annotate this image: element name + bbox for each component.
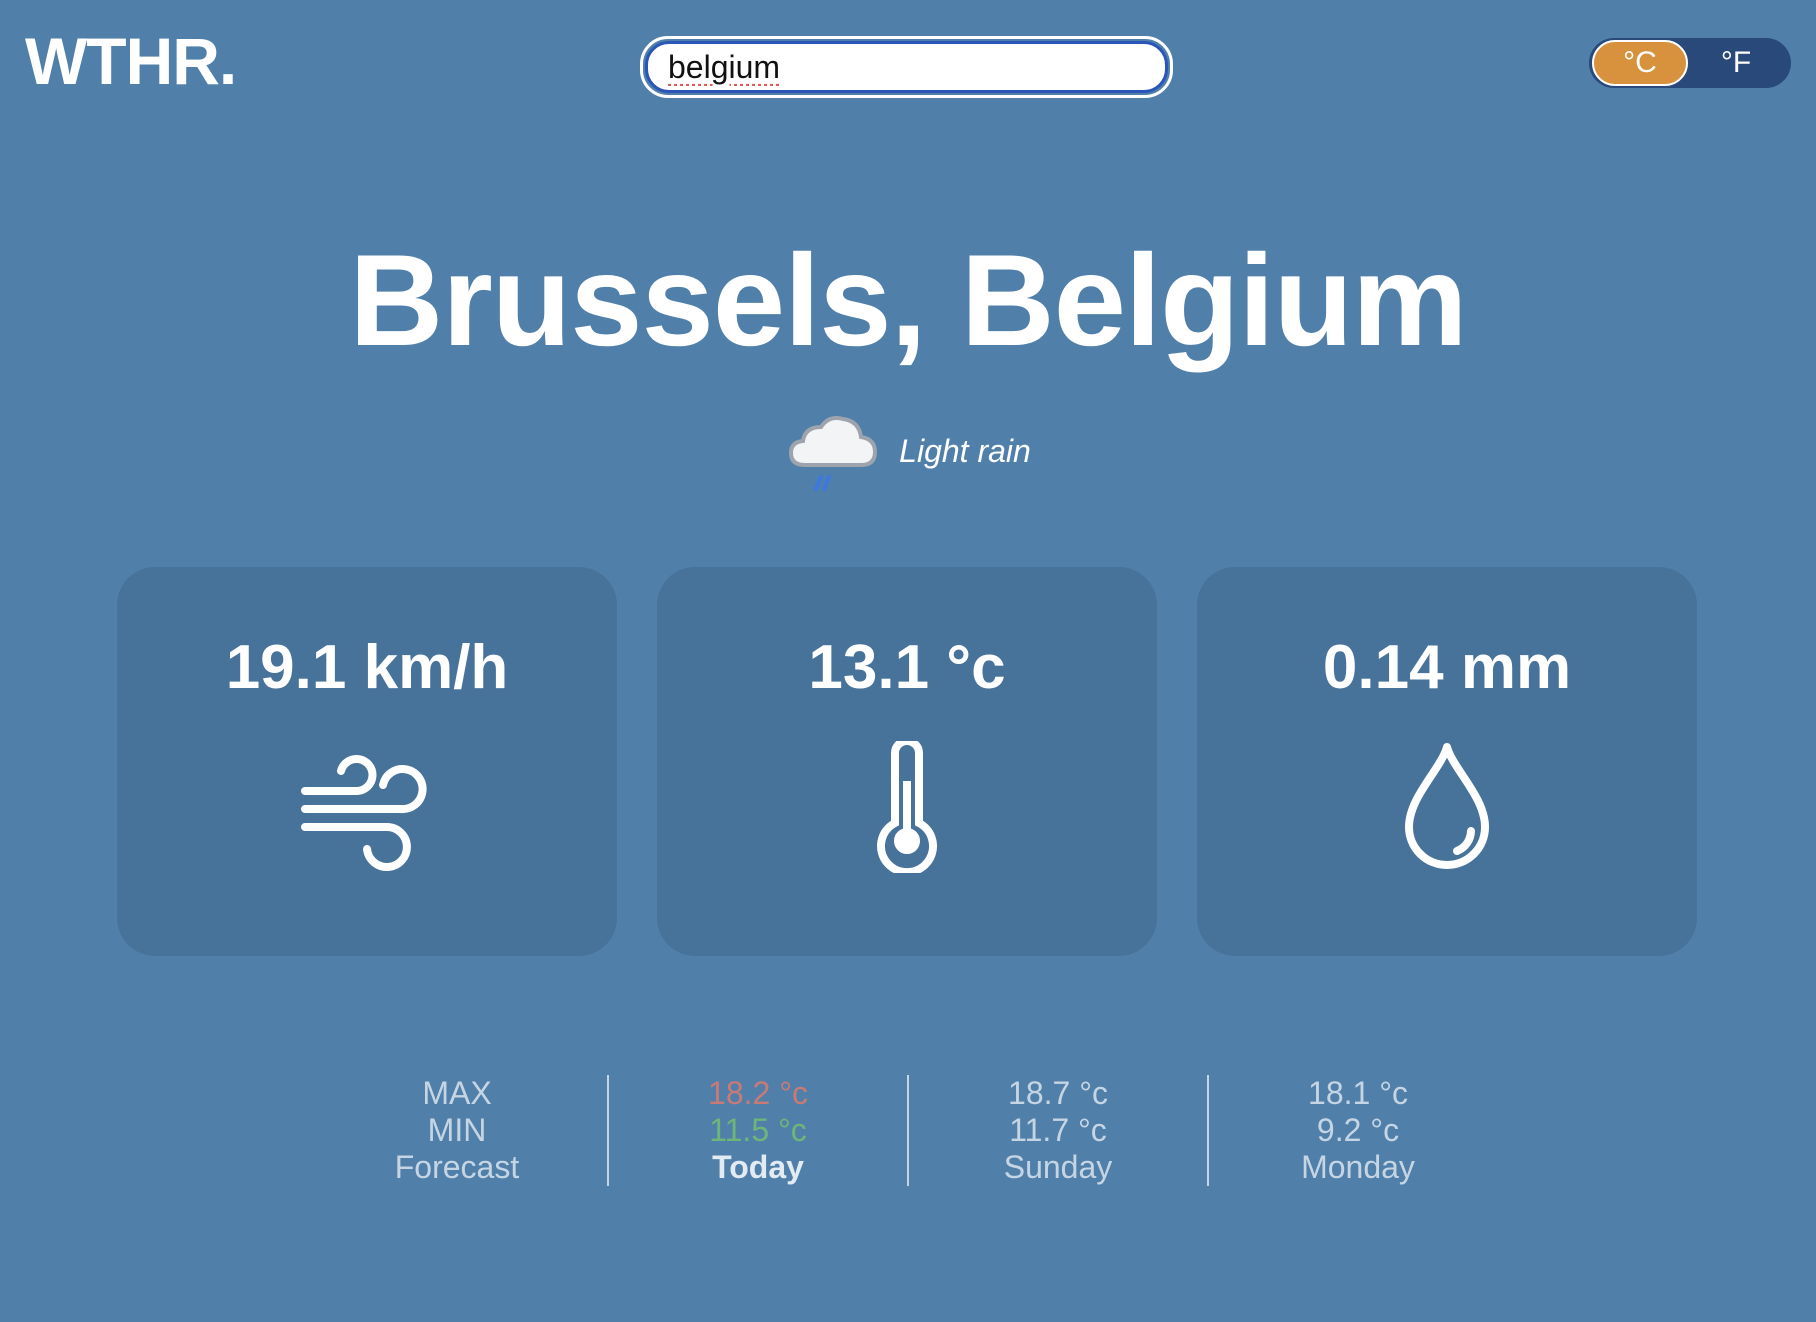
forecast-min: 11.5 °c — [709, 1112, 807, 1148]
forecast-table: MAX MIN Forecast 18.2 °c 11.5 °c Today 1… — [307, 1075, 1507, 1186]
forecast-day: 18.1 °c 9.2 °c Monday — [1207, 1075, 1507, 1186]
weather-app: WTHR. °C °F Brussels, Belgium Light rain… — [0, 0, 1816, 1322]
forecast-day-name: Today — [712, 1149, 804, 1185]
wind-card: 19.1 km/h — [117, 567, 617, 956]
fahrenheit-button[interactable]: °F — [1688, 40, 1784, 86]
forecast-max: 18.2 °c — [708, 1075, 808, 1111]
precipitation-card: 0.14 mm — [1197, 567, 1697, 956]
logo: WTHR. — [25, 24, 237, 98]
thermometer-icon — [877, 741, 937, 873]
forecast-day: 18.2 °c 11.5 °c Today — [607, 1075, 907, 1186]
weather-condition: Light rain — [0, 405, 1816, 505]
forecast-min: 9.2 °c — [1316, 1112, 1400, 1148]
forecast-day-name: Monday — [1301, 1149, 1415, 1185]
location-title: Brussels, Belgium — [349, 227, 1467, 373]
condition-text: Light rain — [899, 432, 1031, 469]
forecast-header: MAX MIN Forecast — [307, 1075, 607, 1186]
search-box — [640, 36, 1173, 98]
temperature-value: 13.1 °c — [808, 633, 1006, 702]
unit-toggle[interactable]: °C °F — [1589, 38, 1791, 88]
forecast-max: 18.1 °c — [1308, 1075, 1408, 1111]
celsius-button[interactable]: °C — [1592, 40, 1688, 86]
forecast-max: 18.7 °c — [1008, 1075, 1108, 1111]
min-label: MIN — [427, 1112, 487, 1148]
forecast-day-name: Sunday — [1003, 1149, 1113, 1185]
forecast-min: 11.7 °c — [1009, 1112, 1107, 1148]
forecast-label: Forecast — [394, 1149, 520, 1185]
max-label: MAX — [422, 1075, 492, 1111]
precipitation-value: 0.14 mm — [1322, 633, 1572, 702]
forecast-day: 18.7 °c 11.7 °c Sunday — [907, 1075, 1207, 1186]
search-input[interactable] — [645, 41, 1168, 93]
wind-icon — [301, 755, 427, 871]
temperature-card: 13.1 °c — [657, 567, 1157, 956]
wind-speed-value: 19.1 km/h — [225, 633, 509, 702]
droplet-icon — [1405, 743, 1489, 869]
rain-cloud-icon — [789, 416, 878, 491]
